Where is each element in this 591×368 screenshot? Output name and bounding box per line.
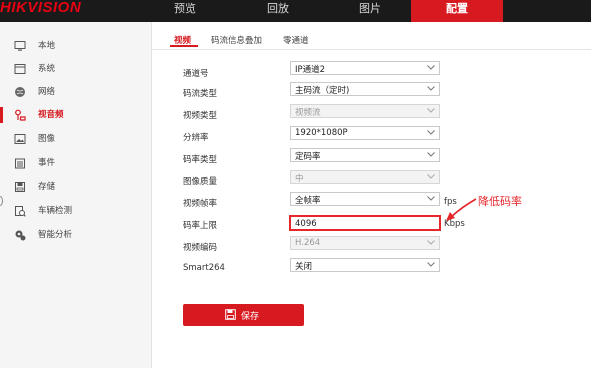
sidebar-item-vehicle-detection[interactable]: 车辆检测 [0, 201, 152, 221]
video-type-select: 视频流 [290, 104, 440, 118]
bitrate-type-label: 码率类型 [183, 155, 218, 165]
tab-zero-channel[interactable]: 零通道 [283, 34, 309, 46]
monitor-icon [14, 41, 26, 51]
chevron-down-icon [427, 174, 435, 179]
nav-configuration[interactable]: 配置 [411, 0, 503, 22]
chevron-down-icon [427, 86, 435, 91]
save-icon [225, 309, 236, 320]
chevron-down-icon [427, 240, 435, 245]
video-encoding-value: H.264 [295, 238, 321, 248]
sidebar: 本地 系统 网络 视音频 图像 事件 存储 车辆检测 智能分析 [0, 22, 152, 368]
sidebar-item-system[interactable]: 系统 [0, 59, 152, 79]
chevron-down-icon [427, 130, 435, 135]
chevron-down-icon [427, 65, 435, 70]
network-globe-icon [15, 87, 25, 97]
audio-video-icon [15, 109, 26, 121]
sidebar-item-audio-video[interactable]: 视音频 [0, 105, 152, 125]
image-quality-label: 图像质量 [183, 177, 218, 187]
smart-analysis-icon [15, 230, 26, 241]
stream-type-select[interactable]: 主码流（定时) [290, 82, 440, 96]
chevron-down-icon [427, 262, 435, 267]
video-encoding-select: H.264 [290, 236, 440, 250]
resolution-value: 1920*1080P [295, 128, 348, 138]
active-tab-indicator [170, 45, 198, 47]
sidebar-item-label: 存储 [38, 182, 56, 192]
video-type-value: 视频流 [295, 108, 321, 118]
chevron-down-icon [427, 196, 435, 201]
frame-rate-select[interactable]: 全帧率 [290, 192, 440, 206]
bitrate-type-value: 定码率 [295, 152, 321, 162]
save-button[interactable]: 保存 [183, 304, 304, 326]
tab-bar: 视频 码流信息叠加 零通道 [152, 22, 591, 50]
tab-stream-overlay[interactable]: 码流信息叠加 [211, 34, 262, 46]
resolution-label: 分辨率 [183, 133, 209, 143]
bitrate-type-select[interactable]: 定码率 [290, 148, 440, 162]
bitrate-limit-input[interactable]: 4096 [289, 215, 441, 231]
sidebar-item-label: 本地 [38, 41, 56, 51]
frame-rate-value: 全帧率 [295, 196, 321, 206]
chevron-down-icon [427, 152, 435, 157]
bitrate-limit-value: 4096 [295, 219, 317, 229]
sidebar-item-event[interactable]: 事件 [0, 153, 152, 173]
image-quality-select: 中 [290, 170, 440, 184]
sidebar-item-network[interactable]: 网络 [0, 82, 152, 102]
top-navigation-bar: HIKVISION 预览 回放 图片 配置 [0, 0, 591, 22]
video-type-label: 视频类型 [183, 111, 218, 121]
nav-playback[interactable]: 回放 [248, 0, 308, 22]
reduce-bitrate-annotation: 降低码率 [478, 195, 522, 208]
vehicle-detection-icon [15, 206, 26, 217]
nav-picture[interactable]: 图片 [340, 0, 400, 22]
sidebar-item-label: 车辆检测 [38, 206, 73, 216]
frame-rate-label: 视频帧率 [183, 199, 218, 209]
chevron-down-icon [427, 108, 435, 113]
sidebar-item-label: 事件 [38, 158, 56, 168]
video-encoding-label: 视频编码 [183, 243, 218, 253]
channel-select[interactable]: IP通道2 [290, 61, 440, 75]
sidebar-item-label: 图像 [38, 134, 56, 144]
smart264-value: 关闭 [295, 262, 313, 272]
sidebar-item-storage[interactable]: 存储 [0, 177, 152, 197]
brand-logo: HIKVISION [0, 0, 82, 16]
sidebar-item-label: 视音频 [38, 110, 64, 120]
sidebar-item-smart-analysis[interactable]: 智能分析 [0, 225, 152, 245]
sidebar-item-label: 系统 [38, 64, 56, 74]
smart264-select[interactable]: 关闭 [290, 258, 440, 272]
sidebar-item-image[interactable]: 图像 [0, 129, 152, 149]
channel-value: IP通道2 [295, 65, 326, 75]
channel-label: 通道号 [183, 69, 209, 79]
stream-type-label: 码流类型 [183, 89, 218, 99]
sidebar-item-label: 网络 [38, 87, 56, 97]
image-icon [14, 134, 26, 144]
sidebar-item-local[interactable]: 本地 [0, 36, 152, 56]
resolution-select[interactable]: 1920*1080P [290, 126, 440, 140]
sidebar-item-label: 智能分析 [38, 230, 73, 240]
image-quality-value: 中 [295, 174, 304, 184]
event-calendar-icon [15, 158, 25, 169]
stream-type-value: 主码流（定时) [295, 86, 350, 96]
bitrate-limit-label: 码率上限 [183, 221, 218, 231]
save-button-label: 保存 [241, 312, 260, 322]
system-icon [14, 64, 26, 74]
nav-preview[interactable]: 预览 [155, 0, 215, 22]
smart264-label: Smart264 [183, 263, 225, 273]
storage-icon [15, 182, 25, 192]
